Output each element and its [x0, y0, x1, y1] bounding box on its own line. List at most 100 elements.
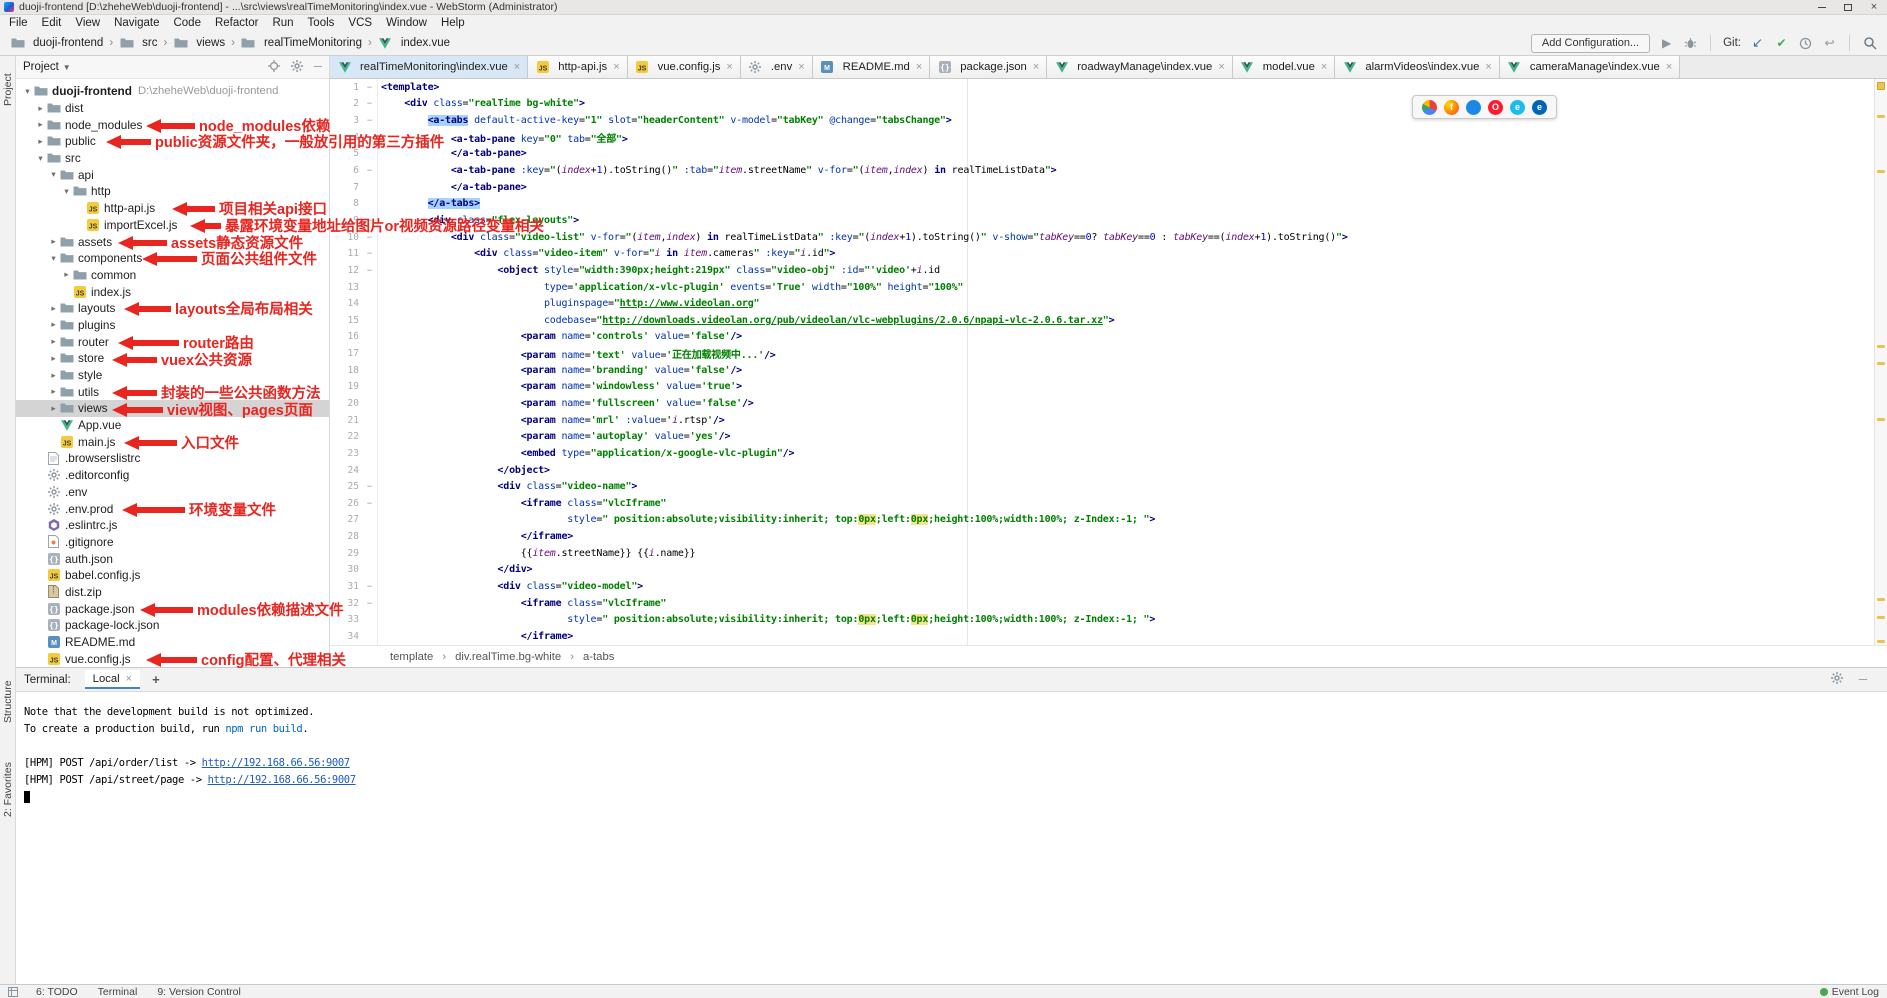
git-commit-icon[interactable]: ✔	[1774, 36, 1789, 50]
chevron-collapsed-icon[interactable]: ▸	[35, 119, 46, 130]
chevron-collapsed-icon[interactable]: ▸	[61, 269, 72, 280]
minimize-button[interactable]	[1809, 0, 1835, 15]
code-text[interactable]: </div>	[376, 564, 532, 575]
fold-marker-icon[interactable]: −	[363, 83, 376, 92]
code-text[interactable]: <param name='text' value='正在加载视频中...'/>	[376, 346, 776, 361]
line-number[interactable]: 28	[330, 531, 363, 542]
chevron-expanded-icon[interactable]: ▾	[48, 253, 59, 264]
tab-close-icon[interactable]: ×	[1485, 61, 1491, 73]
line-number[interactable]: 24	[330, 465, 363, 476]
code-editor[interactable]: 1−<template>2− <div class="realTime bg-w…	[330, 79, 1887, 645]
code-text[interactable]: codebase="http://downloads.videolan.org/…	[376, 315, 1114, 326]
tree-item-node-modules[interactable]: ▸node_modules	[16, 116, 329, 133]
chevron-collapsed-icon[interactable]: ▸	[48, 353, 59, 364]
editor-tab-vue-config-js[interactable]: JSvue.config.js×	[628, 56, 741, 78]
menu-item-run[interactable]: Run	[265, 17, 300, 29]
editor-tab-env[interactable]: .env×	[741, 56, 813, 78]
tab-close-icon[interactable]: ×	[726, 61, 732, 73]
code-text[interactable]: <a-tab-pane :key="(index+1).toString()" …	[376, 165, 1056, 176]
line-number[interactable]: 22	[330, 431, 363, 442]
code-text[interactable]: <param name='autoplay' value='yes'/>	[376, 431, 730, 442]
breadcrumb-item-src[interactable]: src	[119, 37, 157, 50]
code-text[interactable]: pluginspage="http://www.videolan.org"	[376, 298, 759, 309]
terminal-link[interactable]: http://192.168.66.56:9007	[208, 774, 356, 786]
tree-item-duoji-frontend[interactable]: ▾duoji-frontendD:\zheheWeb\duoji-fronten…	[16, 83, 329, 100]
code-text[interactable]: <param name='windowless' value='true'>	[376, 381, 742, 392]
line-number[interactable]: 31	[330, 581, 363, 592]
line-number[interactable]: 30	[330, 564, 363, 575]
ie-browser-icon[interactable]: e	[1510, 100, 1525, 115]
line-number[interactable]: 1	[330, 82, 363, 93]
fold-marker-icon[interactable]: −	[363, 133, 376, 142]
chevron-collapsed-icon[interactable]: ▸	[48, 236, 59, 247]
code-text[interactable]: <a-tabs default-active-key="1" slot="hea…	[376, 115, 952, 126]
editor-breadcrumb-template[interactable]: template	[390, 651, 433, 663]
status-item-event-log[interactable]: Event Log	[1820, 986, 1879, 998]
warning-stripe-mark[interactable]	[1877, 362, 1885, 365]
fold-marker-icon[interactable]: −	[363, 249, 376, 258]
chevron-expanded-icon[interactable]: ▾	[35, 153, 46, 164]
close-button[interactable]: ×	[1861, 0, 1887, 15]
tree-item-browserslistrc[interactable]: .browserslistrc	[16, 450, 329, 467]
git-rollback-icon[interactable]: ↩	[1822, 36, 1837, 50]
line-number[interactable]: 8	[330, 198, 363, 209]
menu-item-tools[interactable]: Tools	[301, 17, 342, 29]
terminal-tab-local[interactable]: Local ×	[85, 670, 140, 689]
code-text[interactable]: style=" position:absolute;visibility:inh…	[376, 614, 1155, 625]
line-number[interactable]: 4	[330, 132, 363, 143]
tree-item-http-api-js[interactable]: JShttp-api.js	[16, 200, 329, 217]
menu-item-vcs[interactable]: VCS	[341, 17, 379, 29]
chevron-collapsed-icon[interactable]: ▸	[48, 319, 59, 330]
warning-stripe-mark[interactable]	[1877, 616, 1885, 619]
code-text[interactable]: <div class="realTime bg-white">	[376, 98, 585, 109]
menu-item-code[interactable]: Code	[166, 17, 208, 29]
line-number[interactable]: 16	[330, 331, 363, 342]
tree-item-env[interactable]: .env	[16, 484, 329, 501]
code-text[interactable]: <param name='controls' value='false'/>	[376, 331, 742, 342]
terminal-settings-gear-icon[interactable]	[1831, 672, 1843, 687]
chevron-collapsed-icon[interactable]: ▸	[35, 136, 46, 147]
tree-item-index-js[interactable]: JSindex.js	[16, 283, 329, 300]
terminal-link[interactable]: http://192.168.66.56:9007	[202, 757, 350, 769]
line-number[interactable]: 15	[330, 315, 363, 326]
status-item-terminal[interactable]: Terminal	[98, 986, 138, 998]
chevron-collapsed-icon[interactable]: ▸	[48, 403, 59, 414]
chevron-down-icon[interactable]: ▼	[63, 63, 71, 72]
run-icon[interactable]: ▶	[1659, 36, 1674, 50]
edge-browser-icon[interactable]: e	[1532, 100, 1547, 115]
menu-item-view[interactable]: View	[68, 17, 107, 29]
line-number[interactable]: 5	[330, 148, 363, 159]
menu-item-navigate[interactable]: Navigate	[107, 17, 166, 29]
menu-item-help[interactable]: Help	[434, 17, 472, 29]
tree-item-dist[interactable]: ▸dist	[16, 100, 329, 117]
fold-marker-icon[interactable]: −	[363, 216, 376, 225]
tree-item-importexcel-js[interactable]: JSimportExcel.js	[16, 217, 329, 234]
search-everywhere-icon[interactable]	[1862, 36, 1877, 50]
line-number[interactable]: 19	[330, 381, 363, 392]
tree-item-app-vue[interactable]: App.vue	[16, 417, 329, 434]
tool-button-favorites[interactable]: 2: Favorites	[0, 750, 16, 830]
chevron-collapsed-icon[interactable]: ▸	[35, 103, 46, 114]
tree-item-readme-md[interactable]: MREADME.md	[16, 634, 329, 651]
maximize-button[interactable]	[1835, 0, 1861, 15]
fold-marker-icon[interactable]: −	[363, 116, 376, 125]
line-number[interactable]: 26	[330, 498, 363, 509]
new-terminal-tab-button[interactable]: +	[152, 672, 160, 687]
tree-item-src[interactable]: ▾src	[16, 150, 329, 167]
debug-bug-icon[interactable]	[1683, 37, 1698, 50]
git-history-clock-icon[interactable]	[1798, 37, 1813, 50]
tree-item-views[interactable]: ▸views	[16, 400, 329, 417]
inspection-indicator-icon[interactable]	[1877, 82, 1885, 90]
code-text[interactable]: <param name='branding' value='false'/>	[376, 365, 742, 376]
chevron-collapsed-icon[interactable]: ▸	[48, 303, 59, 314]
firefox-browser-icon[interactable]: f	[1444, 100, 1459, 115]
line-number[interactable]: 34	[330, 631, 363, 642]
editor-tab-readme-md[interactable]: MREADME.md×	[813, 56, 931, 78]
tree-item-common[interactable]: ▸common	[16, 267, 329, 284]
tab-close-icon[interactable]: ×	[126, 673, 132, 685]
line-number[interactable]: 25	[330, 481, 363, 492]
editor-tab-http-api-js[interactable]: JShttp-api.js×	[528, 56, 627, 78]
status-item-9-version-control[interactable]: 9: Version Control	[157, 986, 240, 998]
select-opened-file-icon[interactable]	[268, 60, 280, 75]
editor-breadcrumb-div-realtime-bg-white[interactable]: div.realTime.bg-white	[455, 651, 561, 663]
